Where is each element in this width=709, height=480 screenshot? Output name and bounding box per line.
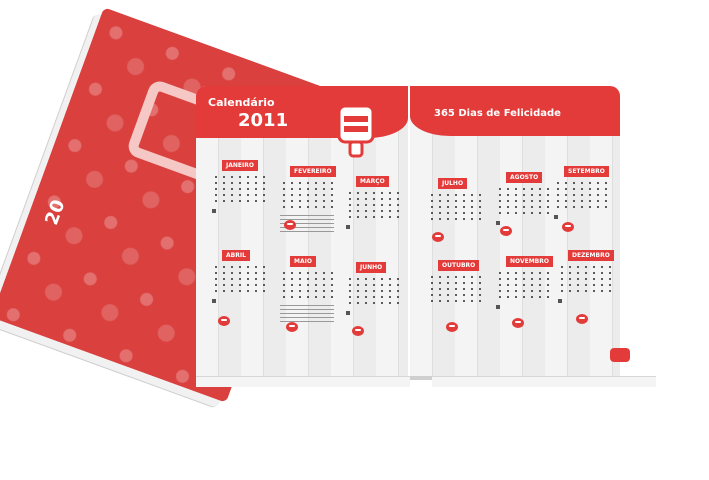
month-label: AGOSTO bbox=[506, 172, 543, 183]
left-header-band bbox=[196, 86, 408, 138]
month-label: FEVEREIRO bbox=[290, 166, 336, 177]
month-september: SETEMBRO bbox=[554, 166, 614, 228]
holiday-note bbox=[496, 220, 542, 225]
month-label: JANEIRO bbox=[222, 160, 258, 171]
mascot-icon bbox=[500, 226, 512, 236]
mascot-icon bbox=[576, 314, 588, 324]
month-april: ABRIL bbox=[212, 250, 272, 312]
holiday-note bbox=[346, 310, 392, 315]
day-grid bbox=[496, 270, 554, 300]
mascot-icon bbox=[286, 322, 298, 332]
day-grid bbox=[554, 180, 612, 210]
holiday-note bbox=[554, 214, 600, 219]
day-grid bbox=[280, 180, 338, 210]
right-page-edge bbox=[432, 376, 656, 387]
corner-brand-icon bbox=[610, 348, 630, 362]
day-grid bbox=[346, 276, 404, 306]
month-label: ABRIL bbox=[222, 250, 250, 261]
mascot-icon bbox=[352, 326, 364, 336]
brand-logo-icon bbox=[337, 104, 375, 158]
day-grid bbox=[212, 264, 270, 294]
month-may: MAIO bbox=[280, 256, 340, 322]
month-march: MARÇO bbox=[346, 176, 406, 238]
mascot-icon bbox=[512, 318, 524, 328]
day-grid bbox=[558, 264, 616, 294]
month-july: JULHO bbox=[428, 178, 488, 240]
month-january: JANEIRO bbox=[212, 160, 272, 222]
month-november: NOVEMBRO bbox=[496, 256, 556, 318]
holiday-note bbox=[496, 304, 542, 309]
mascot-icon bbox=[432, 232, 444, 242]
month-february: FEVEREIRO bbox=[280, 166, 340, 232]
left-page-edge bbox=[196, 376, 410, 387]
holiday-note bbox=[346, 224, 392, 229]
day-grid bbox=[428, 274, 486, 304]
day-grid bbox=[428, 192, 486, 222]
month-december: DEZEMBRO bbox=[558, 250, 618, 312]
month-label: JULHO bbox=[438, 178, 468, 189]
right-page-title: 365 Dias de Felicidade bbox=[434, 108, 561, 119]
day-grid bbox=[280, 270, 338, 300]
calendar-year: 2011 bbox=[238, 110, 289, 131]
day-grid bbox=[212, 174, 270, 204]
month-label: JUNHO bbox=[356, 262, 387, 273]
month-label: SETEMBRO bbox=[564, 166, 609, 177]
month-june: JUNHO bbox=[346, 262, 406, 324]
notes-lines bbox=[280, 302, 334, 322]
month-label: MAIO bbox=[290, 256, 316, 267]
month-label: OUTUBRO bbox=[438, 260, 480, 271]
month-label: MARÇO bbox=[356, 176, 389, 187]
holiday-note bbox=[212, 298, 258, 303]
product-photo: 20 Calendário 2011 365 Dias de Felicidad… bbox=[0, 0, 709, 480]
mascot-icon bbox=[284, 220, 296, 230]
month-august: AGOSTO bbox=[496, 172, 556, 234]
open-planner: Calendário 2011 365 Dias de Felicidade J… bbox=[196, 86, 656, 387]
day-grid bbox=[346, 190, 404, 220]
month-october: OUTUBRO bbox=[428, 260, 488, 322]
mascot-icon bbox=[218, 316, 230, 326]
cover-year: 20 bbox=[41, 197, 70, 228]
calendar-title: Calendário bbox=[208, 96, 275, 109]
holiday-note bbox=[558, 298, 604, 303]
mascot-icon bbox=[562, 222, 574, 232]
month-label: NOVEMBRO bbox=[506, 256, 553, 267]
mascot-icon bbox=[446, 322, 458, 332]
holiday-note bbox=[212, 208, 258, 213]
day-grid bbox=[496, 186, 554, 216]
month-label: DEZEMBRO bbox=[568, 250, 614, 261]
